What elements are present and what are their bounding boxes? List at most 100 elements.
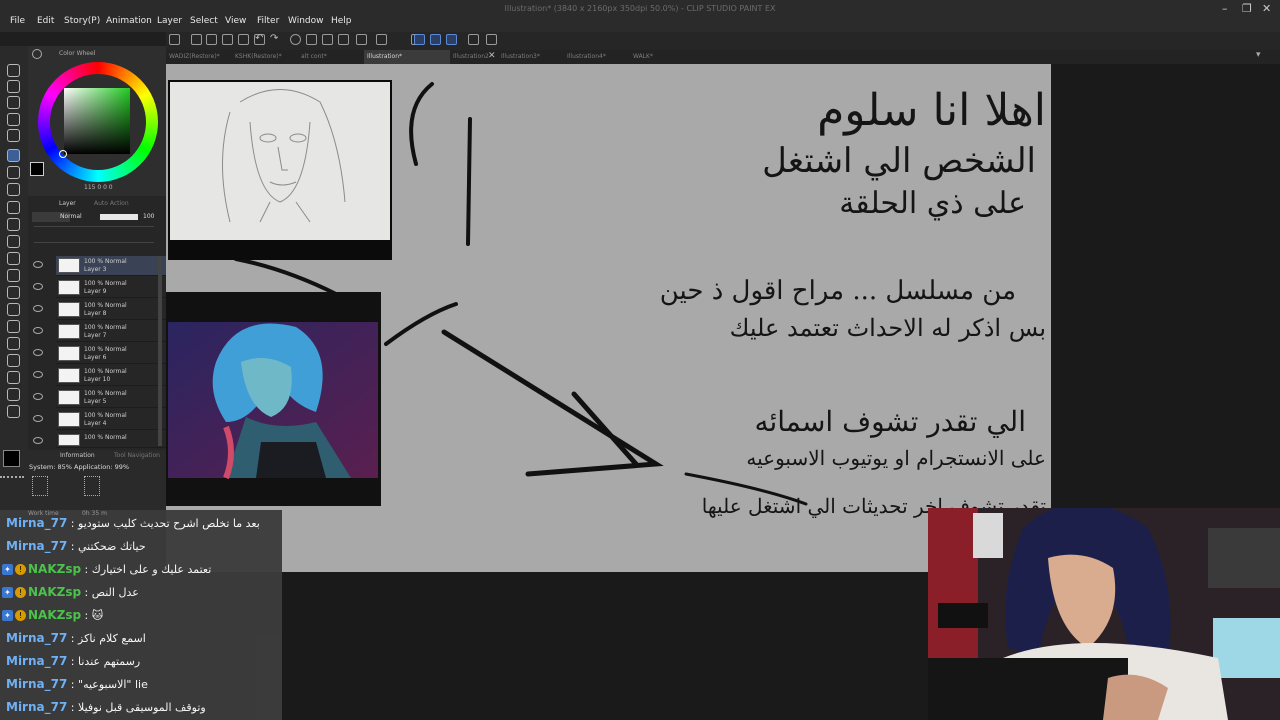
chat-username: NAKZsp	[28, 608, 82, 622]
balloon-tool-icon[interactable]	[7, 388, 20, 401]
pencil-tool-icon[interactable]	[7, 183, 20, 196]
snap-grid-icon[interactable]	[430, 34, 441, 45]
maximize-button[interactable]: ❐	[1242, 2, 1252, 15]
visibility-icon[interactable]	[33, 349, 43, 356]
hand-tool-icon[interactable]	[7, 80, 20, 93]
menu-filter[interactable]: Filter	[257, 16, 279, 26]
saturation-value-square[interactable]	[64, 88, 130, 154]
blend-tool-icon[interactable]	[7, 269, 20, 282]
visibility-icon[interactable]	[33, 415, 43, 422]
open-file-icon[interactable]	[206, 34, 217, 45]
layer-row[interactable]: 100 % Normal Layer 7	[33, 322, 184, 342]
figure-tool-icon[interactable]	[7, 320, 20, 333]
visibility-icon[interactable]	[33, 437, 43, 444]
layer-row[interactable]: 100 % Normal Layer 5	[33, 388, 184, 408]
menu-view[interactable]: View	[225, 16, 246, 26]
decoration-tool-icon[interactable]	[7, 235, 20, 248]
chat-username: NAKZsp	[28, 585, 82, 599]
menu-window[interactable]: Window	[288, 16, 324, 26]
snap-ruler-icon[interactable]	[414, 34, 425, 45]
new-file-icon[interactable]	[191, 34, 202, 45]
fill-tool-icon[interactable]	[7, 286, 20, 299]
visibility-icon[interactable]	[33, 283, 43, 290]
redo-icon[interactable]: ↷	[270, 33, 278, 44]
clear-icon[interactable]	[306, 34, 317, 45]
main-color-swatch[interactable]	[3, 450, 20, 467]
canvas-line-1: اهلا انا سلوم	[817, 85, 1046, 136]
tab-walk[interactable]: WALK*	[630, 50, 696, 64]
tab-illustration4[interactable]: Illustration4*	[564, 50, 630, 64]
undo-icon[interactable]: ↶	[255, 33, 263, 44]
information-tab[interactable]: Information	[60, 452, 95, 459]
gradient-tool-icon[interactable]	[7, 303, 20, 316]
selection-launcher-icon[interactable]	[356, 34, 367, 45]
visibility-icon[interactable]	[33, 261, 43, 268]
correct-line-tool-icon[interactable]	[7, 405, 20, 418]
rotate-tool-icon[interactable]	[7, 96, 20, 109]
chat-text: اسمع كلام ناكز	[78, 632, 146, 645]
menu-edit[interactable]: Edit	[37, 16, 54, 26]
layer-row[interactable]: 100 % Normal Layer 4	[33, 410, 184, 430]
text-tool-icon[interactable]	[7, 371, 20, 384]
layer-row[interactable]: 100 % Normal Layer 8	[33, 300, 184, 320]
auto-select-tool-icon[interactable]	[7, 129, 20, 142]
tab-wadiz[interactable]: WADIZ(Restore)*	[166, 50, 232, 64]
visibility-icon[interactable]	[33, 327, 43, 334]
eraser-tool-icon[interactable]	[7, 252, 20, 265]
visibility-icon[interactable]	[33, 371, 43, 378]
ruler-tool-icon[interactable]	[7, 354, 20, 367]
fill-icon[interactable]	[322, 34, 333, 45]
print-icon[interactable]	[238, 34, 249, 45]
color-picker-handle[interactable]	[59, 150, 67, 158]
layer-row[interactable]: 100 % Normal Layer 6	[33, 344, 184, 364]
menu-animation[interactable]: Animation	[106, 16, 152, 26]
moderator-badge-icon: ✦	[2, 564, 13, 575]
save-icon[interactable]	[222, 34, 233, 45]
layer-row[interactable]: 100 % Normal Layer 3	[33, 256, 184, 276]
chat-text: وتوقف الموسيقى قبل نوفيلا	[78, 701, 206, 714]
airbrush-tool-icon[interactable]	[7, 218, 20, 231]
pen-tool-icon[interactable]	[7, 149, 20, 162]
brush-tool-icon[interactable]	[7, 201, 20, 214]
transform-icon[interactable]	[338, 34, 349, 45]
layer-row[interactable]: 100 % Normal	[33, 432, 184, 448]
minimize-button[interactable]: –	[1222, 2, 1228, 15]
visibility-icon[interactable]	[33, 393, 43, 400]
close-tab-icon[interactable]: ✕	[488, 51, 496, 61]
tab-menu-icon[interactable]: ▾	[1256, 50, 1261, 60]
menu-file[interactable]: File	[10, 16, 25, 26]
webcam-feed	[928, 508, 1280, 720]
close-button[interactable]: ✕	[1262, 2, 1271, 15]
current-color-swatch[interactable]	[30, 162, 44, 176]
chat-separator: :	[67, 632, 79, 645]
layer-tab[interactable]: Layer	[59, 200, 76, 207]
layer-row[interactable]: 100 % Normal Layer 10	[33, 366, 184, 386]
visibility-icon[interactable]	[33, 305, 43, 312]
layer-row[interactable]: 100 % Normal Layer 9	[33, 278, 184, 298]
frame-tool-icon[interactable]	[7, 337, 20, 350]
settings-icon[interactable]	[290, 34, 301, 45]
tab-illustration[interactable]: Illustration*	[364, 50, 450, 64]
menu-select[interactable]: Select	[190, 16, 218, 26]
auto-action-tab[interactable]: Auto Action	[94, 200, 129, 207]
clip-studio-icon[interactable]	[169, 34, 180, 45]
color-wheel-tab-icon[interactable]	[32, 49, 42, 59]
reference-icon[interactable]	[486, 34, 497, 45]
layer-opacity: 100 % Normal	[84, 412, 127, 419]
layer-settings-icon[interactable]	[468, 34, 479, 45]
layer-scrollbar[interactable]	[158, 256, 162, 446]
tab-kshk[interactable]: KSHK(Restore)*	[232, 50, 298, 64]
lasso-tool-icon[interactable]	[7, 166, 20, 179]
tool-navigation-tab[interactable]: Tool Navigation	[114, 452, 160, 459]
snap-special-icon[interactable]	[446, 34, 457, 45]
move-tool-icon[interactable]	[7, 113, 20, 126]
ruler-icon[interactable]	[376, 34, 387, 45]
menu-layer[interactable]: Layer	[157, 16, 182, 26]
tab-illustration3[interactable]: Illustration3*	[498, 50, 564, 64]
chat-username: Mirna_77	[6, 516, 68, 530]
tab-alt-cont[interactable]: alt cont*	[298, 50, 364, 64]
menu-story[interactable]: Story(P)	[64, 16, 100, 26]
zoom-tool-icon[interactable]	[7, 64, 20, 77]
opacity-slider[interactable]	[100, 214, 138, 220]
menu-help[interactable]: Help	[331, 16, 352, 26]
